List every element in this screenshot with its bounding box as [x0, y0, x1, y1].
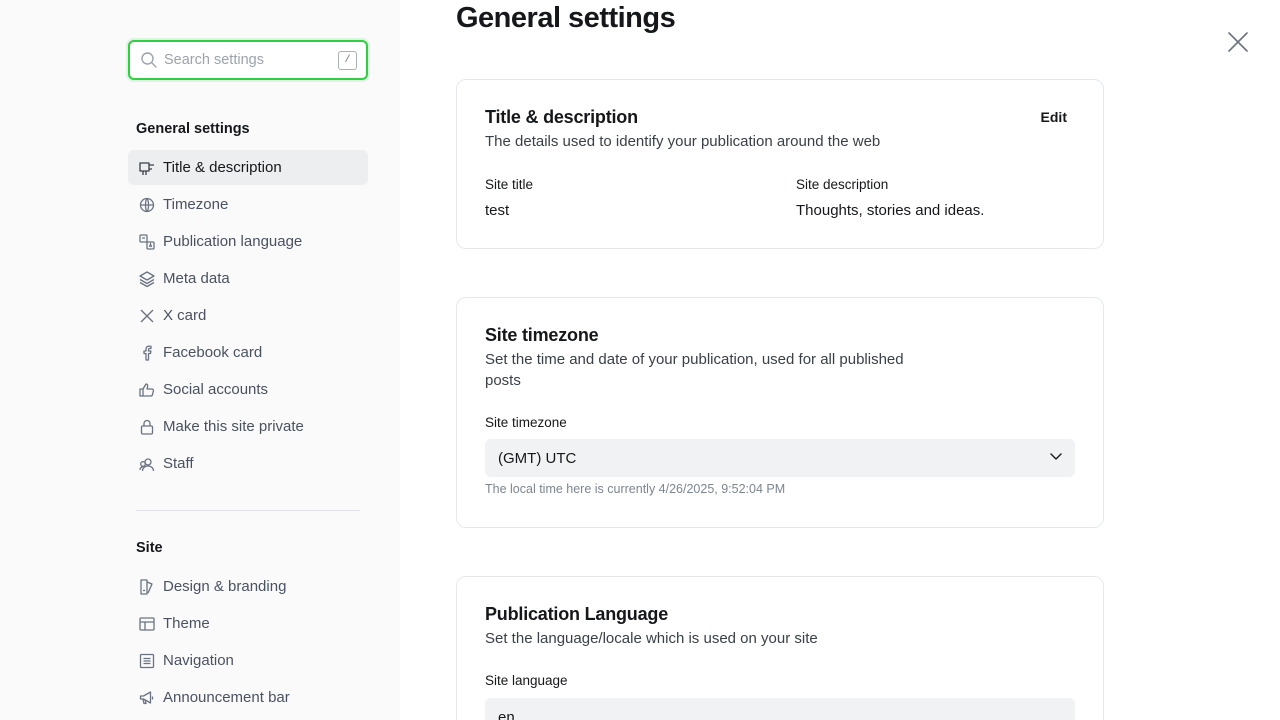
sidebar-item-timezone[interactable]: Timezone: [128, 187, 368, 222]
site-language-label: Site language: [485, 673, 568, 688]
card-description-continued: posts: [485, 372, 521, 389]
card-title: Site timezone: [485, 325, 599, 345]
sidebar-item-theme[interactable]: Theme: [128, 606, 368, 641]
site-title-label: Site title: [485, 177, 534, 192]
settings-sidebar: / General settings Title & description T…: [0, 0, 400, 720]
sidebar-item-staff[interactable]: Staff: [128, 446, 368, 481]
x-logo-icon: [138, 307, 156, 325]
card-description: The details used to identify your public…: [485, 133, 881, 150]
card-description: Set the time and date of your publicatio…: [485, 351, 904, 368]
staff-icon: [138, 455, 156, 473]
sidebar-item-social-accounts[interactable]: Social accounts: [128, 372, 368, 407]
title-icon: [138, 159, 156, 177]
sidebar-item-design-branding[interactable]: Design & branding: [128, 569, 368, 604]
close-settings-button[interactable]: [1226, 30, 1250, 54]
sidebar-item-label: Theme: [163, 615, 210, 632]
card-description: Set the language/locale which is used on…: [485, 630, 818, 647]
card-title: Title & description: [485, 107, 638, 127]
title-description-card: Title & description The details used to …: [456, 79, 1104, 249]
sidebar-item-label: Make this site private: [163, 418, 304, 435]
sidebar-item-label: Social accounts: [163, 381, 269, 398]
site-title-value: test: [485, 202, 510, 219]
sidebar-item-facebook-card[interactable]: Facebook card: [128, 335, 368, 370]
theme-icon: [138, 615, 156, 633]
sidebar-item-announcement-bar[interactable]: Announcement bar: [128, 680, 368, 715]
site-timezone-label: Site timezone: [485, 415, 567, 430]
timezone-selected-value: (GMT) UTC: [498, 449, 577, 467]
thumbs-up-icon: [138, 381, 156, 399]
language-icon: [138, 233, 156, 251]
search-box[interactable]: /: [128, 40, 368, 80]
layers-icon: [138, 270, 156, 288]
nav-section-general: General settings: [136, 121, 250, 137]
sidebar-divider: [136, 510, 360, 511]
sidebar-item-publication-language[interactable]: Publication language: [128, 224, 368, 259]
chevron-down-icon: [1049, 449, 1063, 468]
sidebar-item-label: Publication language: [163, 233, 303, 250]
close-icon: [1228, 32, 1248, 52]
sidebar-item-make-site-private[interactable]: Make this site private: [128, 409, 368, 444]
brush-icon: [138, 578, 156, 596]
navigation-icon: [138, 652, 156, 670]
timezone-select[interactable]: (GMT) UTC: [485, 439, 1075, 477]
sidebar-item-label: Timezone: [163, 196, 229, 213]
site-description-label: Site description: [796, 177, 889, 192]
facebook-icon: [138, 344, 156, 362]
site-language-input[interactable]: en: [485, 698, 1075, 720]
site-timezone-card: Site timezone Set the time and date of y…: [456, 297, 1104, 528]
sidebar-item-label: Design & branding: [163, 578, 287, 595]
sidebar-item-navigation[interactable]: Navigation: [128, 643, 368, 678]
search-shortcut-hint: /: [338, 50, 357, 70]
globe-icon: [138, 196, 156, 214]
search-icon: [140, 51, 158, 69]
sidebar-item-title-description[interactable]: Title & description: [128, 150, 368, 185]
sidebar-item-x-card[interactable]: X card: [128, 298, 368, 333]
sidebar-item-label: Meta data: [163, 270, 230, 287]
site-language-value: en: [498, 708, 515, 720]
nav-section-site: Site: [136, 540, 163, 556]
search-input[interactable]: [164, 52, 338, 68]
publication-language-card: Publication Language Set the language/lo…: [456, 576, 1104, 720]
site-description-value: Thoughts, stories and ideas.: [796, 202, 985, 219]
card-title: Publication Language: [485, 604, 669, 624]
sidebar-item-meta-data[interactable]: Meta data: [128, 261, 368, 296]
sidebar-item-label: Title & description: [163, 159, 282, 176]
sidebar-item-label: X card: [163, 307, 207, 324]
megaphone-icon: [138, 689, 156, 707]
sidebar-item-label: Staff: [163, 455, 194, 472]
local-time-hint: The local time here is currently 4/26/20…: [485, 482, 786, 496]
lock-icon: [138, 418, 156, 436]
page-title: General settings: [456, 2, 676, 34]
sidebar-item-label: Announcement bar: [163, 689, 290, 706]
sidebar-item-label: Navigation: [163, 652, 234, 669]
sidebar-item-label: Facebook card: [163, 344, 263, 361]
edit-button[interactable]: Edit: [1041, 109, 1067, 125]
